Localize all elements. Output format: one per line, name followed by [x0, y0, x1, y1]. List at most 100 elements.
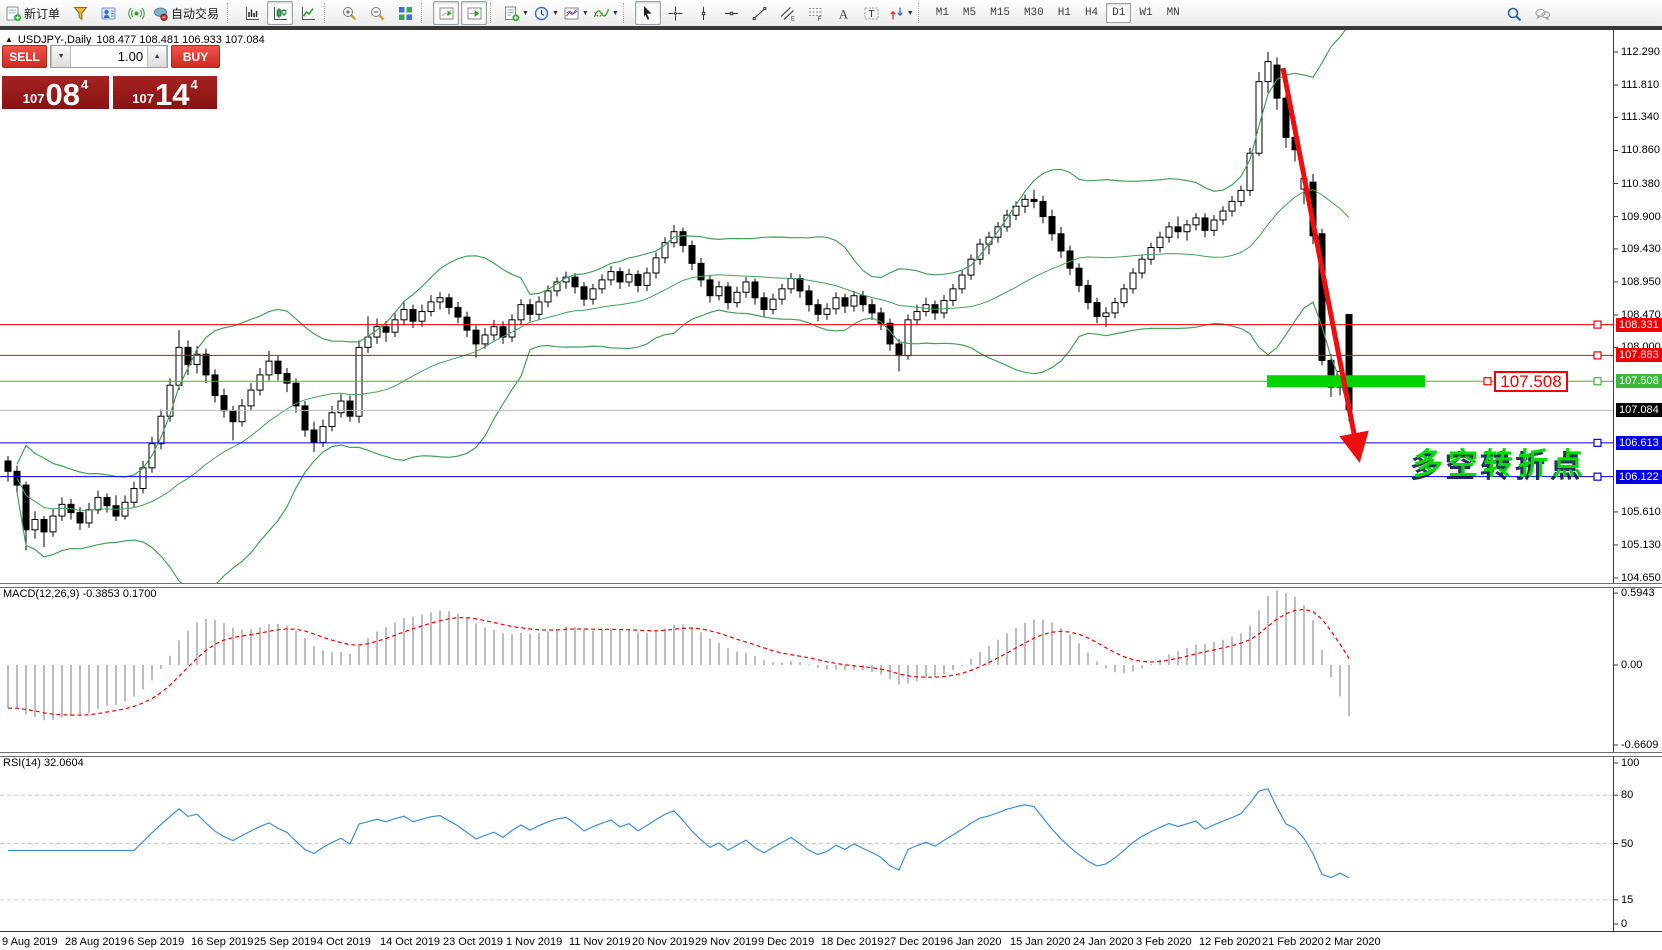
time-axis-line[interactable] — [0, 931, 1662, 932]
signal-button[interactable] — [123, 1, 149, 25]
price-level-badge: 107.084 — [1616, 403, 1662, 417]
chart-shift-button[interactable] — [433, 1, 459, 25]
date-axis-label: 25 Sep 2019 — [254, 936, 316, 948]
date-axis-label: 1 Nov 2019 — [506, 936, 562, 948]
macd-pane-separator[interactable] — [0, 583, 1662, 588]
date-axis-label: 28 Aug 2019 — [65, 936, 127, 948]
chevron-down-icon[interactable]: ▼ — [907, 10, 914, 17]
fibonacci-icon: F — [807, 5, 824, 22]
chart-window[interactable]: ▲ USDJPY-,Daily 108.477 108.481 106.933 … — [0, 30, 1662, 950]
crosshair-button[interactable] — [663, 1, 689, 25]
svg-text:A: A — [839, 6, 849, 21]
rsi-axis-tick: 0 — [1621, 918, 1627, 930]
line-chart-button[interactable] — [295, 1, 321, 25]
buy-button[interactable]: BUY — [171, 45, 220, 68]
new-order-label: 新订单 — [24, 5, 60, 22]
fibonacci-button[interactable]: F — [803, 1, 829, 25]
timeframe-m1-button[interactable]: M1 — [930, 3, 955, 23]
vline-button[interactable] — [691, 1, 717, 25]
rsi-axis-tick: 100 — [1621, 757, 1639, 769]
date-axis-label: 16 Sep 2019 — [191, 936, 253, 948]
date-axis-label: 29 Nov 2019 — [695, 936, 757, 948]
volume-input[interactable] — [71, 46, 147, 67]
price-axis-tick: 110.380 — [1621, 178, 1660, 190]
chevron-down-icon[interactable]: ▼ — [612, 10, 619, 17]
volume-decrease-button[interactable]: ▼ — [51, 46, 71, 67]
chevron-down-icon[interactable]: ▼ — [582, 10, 589, 17]
channel-button[interactable]: E — [775, 1, 801, 25]
autotrading-button[interactable]: 自动交易 — [151, 1, 224, 25]
period-clock-button[interactable]: ▼ — [532, 1, 560, 25]
sell-button[interactable]: SELL — [2, 45, 47, 68]
search-icon — [1506, 6, 1523, 23]
text-button[interactable]: A — [831, 1, 857, 25]
rsi-pane-separator[interactable] — [0, 752, 1662, 757]
date-axis-label: 9 Aug 2019 — [2, 936, 58, 948]
line-chart-icon — [300, 5, 317, 22]
channel-icon: E — [779, 5, 796, 22]
svg-text:F: F — [818, 15, 822, 21]
market-watch-button[interactable] — [95, 1, 121, 25]
turning-point-annotation[interactable]: 多空转折点 — [1413, 439, 1588, 483]
price-level-badge: 107.883 — [1616, 348, 1662, 362]
new-order-button[interactable]: 新订单 — [4, 1, 65, 25]
timeframe-d1-button[interactable]: D1 — [1106, 3, 1131, 23]
price-chart-canvas[interactable] — [0, 30, 1662, 950]
buy-price-pip: 4 — [190, 77, 197, 92]
timeframe-w1-button[interactable]: W1 — [1133, 3, 1158, 23]
timeframe-h4-button[interactable]: H4 — [1079, 3, 1104, 23]
trendline-icon — [751, 5, 768, 22]
timeframe-m30-button[interactable]: M30 — [1018, 3, 1050, 23]
text-label-icon: T — [863, 5, 880, 22]
buy-price-display[interactable]: 107 14 4 — [113, 76, 217, 109]
timeframe-m5-button[interactable]: M5 — [957, 3, 982, 23]
timeframe-h1-button[interactable]: H1 — [1052, 3, 1077, 23]
price-axis-line[interactable] — [1613, 30, 1614, 931]
price-level-badge: 107.508 — [1616, 374, 1662, 388]
buy-price-big: 14 — [155, 81, 189, 108]
chevron-down-icon[interactable]: ▼ — [552, 10, 559, 17]
volume-increase-button[interactable]: ▲ — [147, 46, 167, 67]
auto-scroll-button[interactable] — [461, 1, 487, 25]
price-axis-tick: 111.340 — [1621, 111, 1659, 123]
chart-profile-button[interactable]: ▼ — [562, 1, 590, 25]
new-chart-icon — [503, 5, 520, 22]
new-chart-button[interactable]: ▼ — [502, 1, 530, 25]
timeframe-mn-button[interactable]: MN — [1161, 3, 1186, 23]
arrows-button[interactable]: ▼ — [887, 1, 915, 25]
hline-button[interactable] — [719, 1, 745, 25]
trendline-button[interactable] — [747, 1, 773, 25]
zoom-in-button[interactable] — [336, 1, 362, 25]
search-button[interactable] — [1501, 2, 1527, 26]
chat-button[interactable] — [1529, 2, 1555, 26]
price-level-badge: 108.331 — [1616, 318, 1662, 332]
cursor-button[interactable] — [635, 1, 661, 25]
candlestick-button[interactable] — [267, 1, 293, 25]
text-icon: A — [835, 5, 852, 22]
support-price-label[interactable]: 107.508 — [1494, 371, 1568, 392]
date-axis-label: 14 Oct 2019 — [380, 936, 440, 948]
period-clock-icon — [533, 5, 550, 22]
zoom-out-button[interactable] — [364, 1, 390, 25]
svg-text:T: T — [869, 9, 875, 20]
funnel-button[interactable] — [67, 1, 93, 25]
date-axis-label: 2 Mar 2020 — [1325, 936, 1381, 948]
timeframe-m15-button[interactable]: M15 — [984, 3, 1016, 23]
price-axis-tick: 105.610 — [1621, 506, 1661, 518]
zoom-out-icon — [369, 5, 386, 22]
collapse-triangle-icon[interactable]: ▲ — [5, 36, 13, 44]
date-axis-label: 24 Jan 2020 — [1073, 936, 1134, 948]
bar-chart-button[interactable] — [239, 1, 265, 25]
indicators-icon — [593, 5, 610, 22]
date-axis-label: 12 Feb 2020 — [1199, 936, 1261, 948]
text-label-button[interactable]: T — [859, 1, 885, 25]
sell-price-display[interactable]: 107 08 4 — [2, 76, 109, 109]
chevron-down-icon[interactable]: ▼ — [522, 10, 529, 17]
date-axis-label: 15 Jan 2020 — [1010, 936, 1071, 948]
indicators-button[interactable]: ▼ — [592, 1, 620, 25]
candlestick-icon — [272, 5, 289, 22]
top-toolbar: 新订单 自动交易 ▼ ▼ ▼ ▼ E F A T ▼ M1M5M15M30H1H4D1W1MN — [0, 0, 1662, 26]
date-axis-label: 27 Dec 2019 — [884, 936, 946, 948]
date-axis-label: 23 Oct 2019 — [443, 936, 503, 948]
tile-windows-button[interactable] — [392, 1, 418, 25]
